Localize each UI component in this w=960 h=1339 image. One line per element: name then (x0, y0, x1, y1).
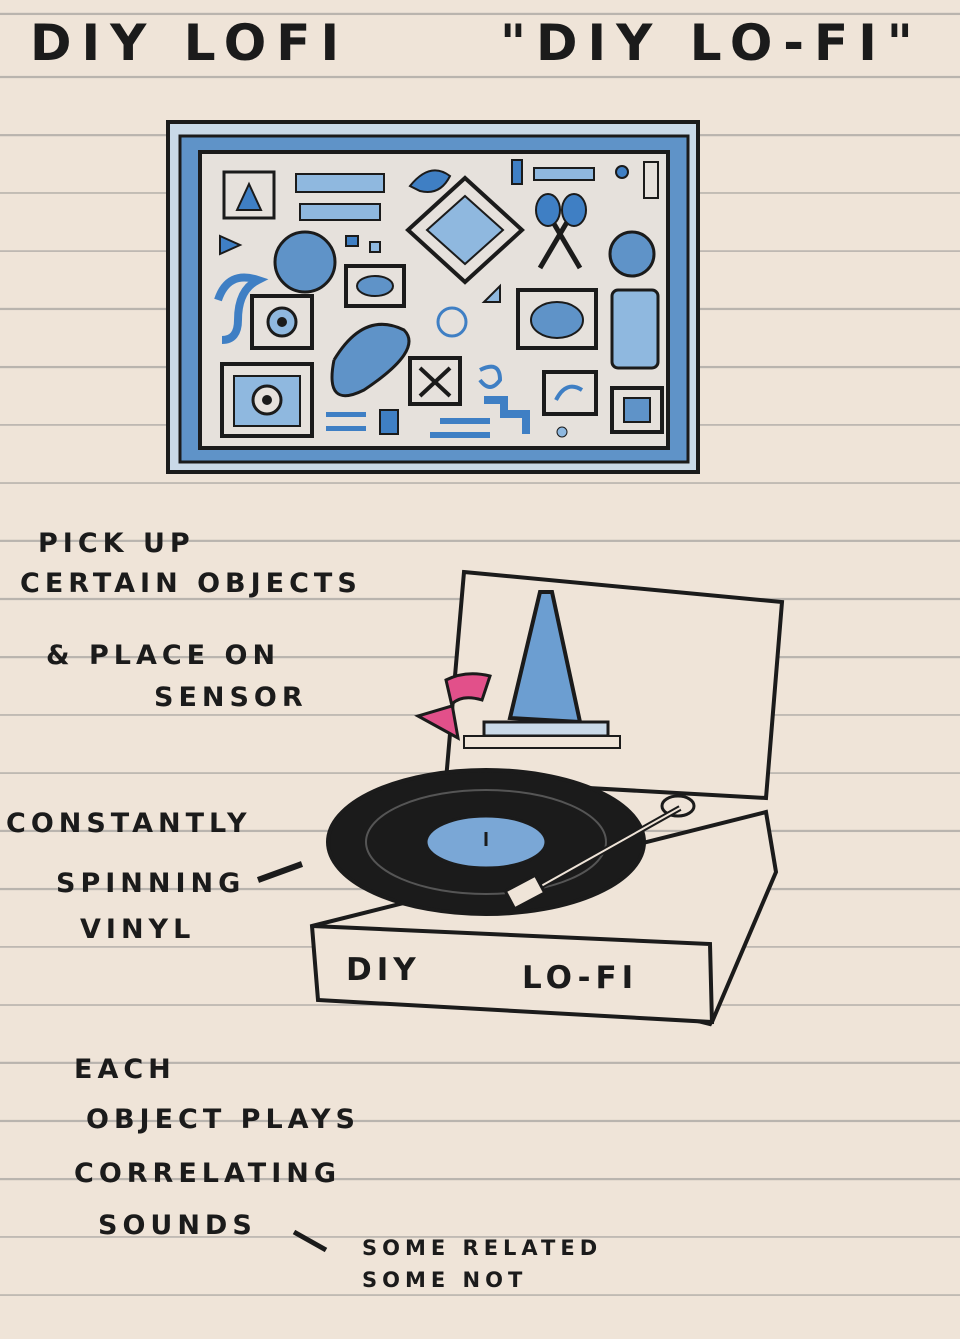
note-each-line-3: CORRELATING (74, 1158, 342, 1189)
turntable-label-left: DIY (346, 952, 421, 988)
pointer-mark-2 (292, 1229, 328, 1253)
note-each-line-1: EACH (74, 1054, 176, 1085)
note-pick-line-2: CERTAIN OBJECTS (20, 568, 362, 599)
note-pick-line-3: & PLACE ON (46, 640, 281, 671)
note-each-line-4: SOUNDS (98, 1210, 257, 1241)
note-each-line-2: OBJECT PLAYS (86, 1104, 360, 1135)
note-spin-line-3: VINYL (80, 914, 196, 945)
note-spin-line-2: SPINNING (56, 868, 246, 899)
note-spin-line-1: CONSTANTLY (6, 808, 252, 839)
turntable-label-right: LO-FI (522, 960, 639, 996)
note-related-line-2: SOME NOT (362, 1268, 528, 1292)
note-related-line-1: SOME RELATED (362, 1236, 603, 1260)
note-pick-line-1: PICK UP (38, 528, 195, 559)
screen-sketch (166, 120, 700, 474)
note-pick-line-4: SENSOR (154, 682, 308, 713)
pointer-mark (256, 861, 304, 883)
